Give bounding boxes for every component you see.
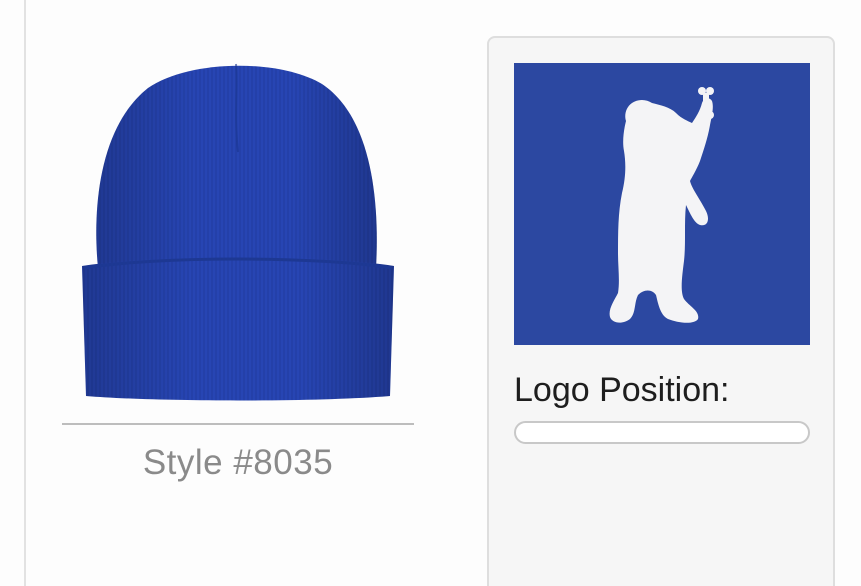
beanie-product-image <box>82 63 394 401</box>
logo-position-label: Logo Position: <box>514 371 730 409</box>
logo-options-panel: Logo Position: <box>487 36 835 586</box>
bear-logo-image <box>514 63 810 345</box>
logo-position-select[interactable] <box>514 421 810 444</box>
style-number-label: Style #8035 <box>142 443 334 482</box>
product-divider <box>62 423 414 425</box>
left-border <box>24 0 26 586</box>
product-preview: Style #8035 <box>62 40 414 490</box>
product-page: Style #8035 Logo Position: <box>0 0 861 586</box>
